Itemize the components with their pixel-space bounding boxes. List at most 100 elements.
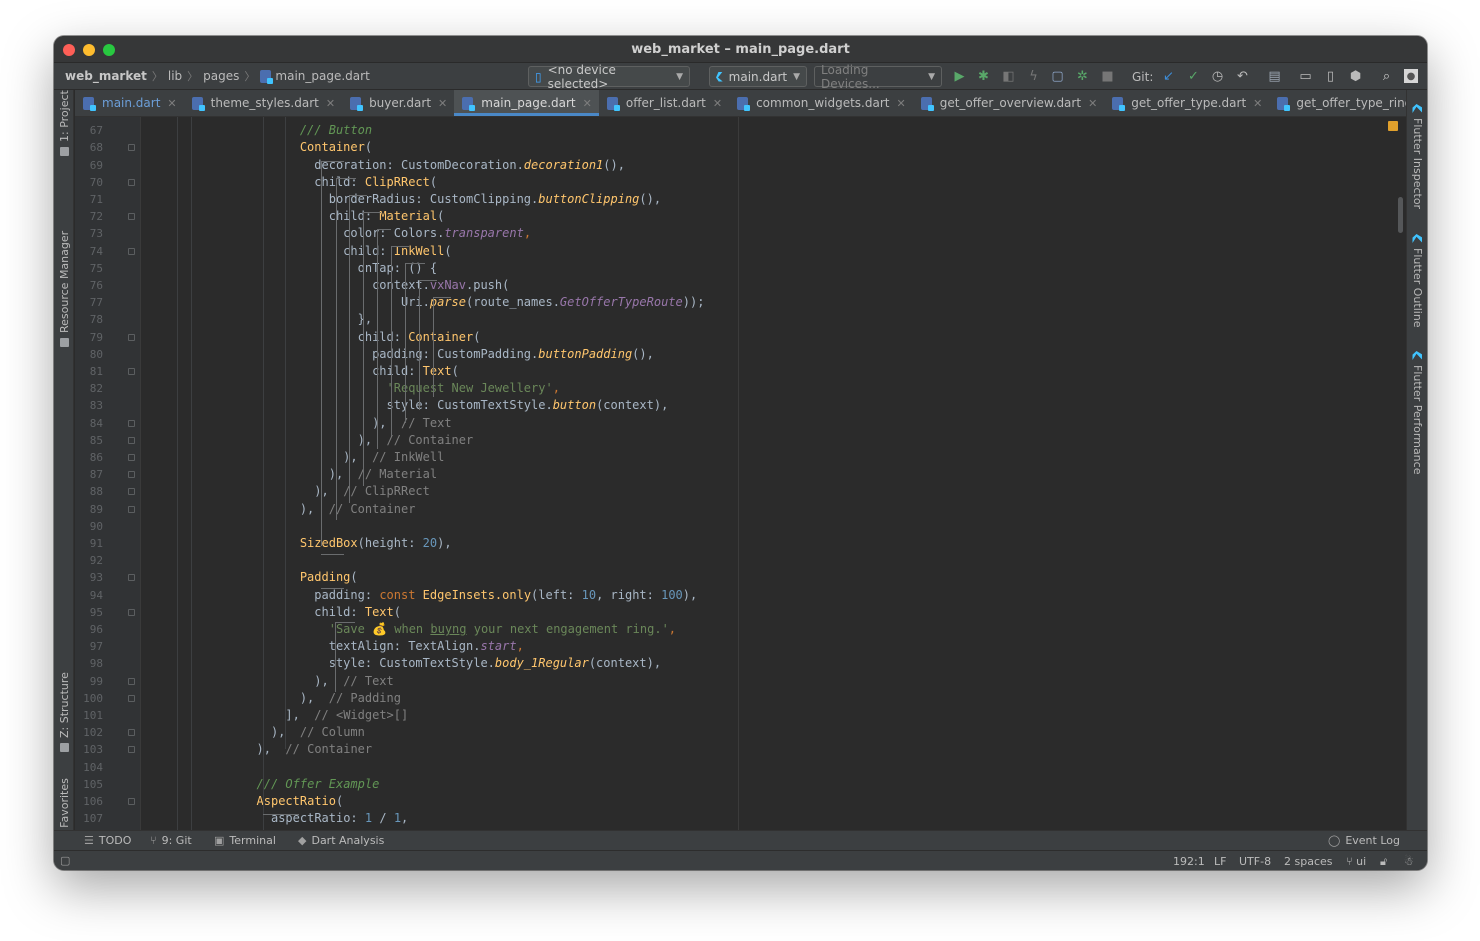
toggle-tool-windows-icon[interactable]: ▢ bbox=[60, 854, 70, 867]
code-line[interactable]: aspectRatio: 1 / 1, bbox=[141, 810, 1376, 827]
code-line[interactable]: ), // Container bbox=[141, 741, 1376, 758]
code-line[interactable]: AspectRatio( bbox=[141, 793, 1376, 810]
code-editor[interactable]: 6667686970717273747576777879808182838485… bbox=[75, 117, 1406, 830]
fold-marker-icon[interactable] bbox=[128, 505, 135, 513]
close-tab-icon[interactable]: ✕ bbox=[583, 97, 592, 110]
close-tab-icon[interactable]: ✕ bbox=[1253, 97, 1262, 110]
code-line[interactable]: /// Offer Example bbox=[141, 776, 1376, 793]
warning-marker-icon[interactable] bbox=[1388, 121, 1398, 131]
breadcrumb-pages[interactable]: pages bbox=[203, 69, 239, 83]
fold-marker-icon[interactable] bbox=[128, 574, 135, 582]
fold-marker-icon[interactable] bbox=[128, 368, 135, 375]
close-tab-icon[interactable]: ✕ bbox=[438, 97, 447, 110]
close-tab-icon[interactable]: ✕ bbox=[1088, 97, 1097, 110]
devices-combo[interactable]: Loading Devices... ▼ bbox=[814, 63, 942, 91]
git-branch-widget[interactable]: ⑂ ui bbox=[1346, 855, 1366, 868]
code-line[interactable]: color: Colors.transparent, bbox=[141, 225, 1376, 242]
code-line[interactable] bbox=[141, 759, 1376, 776]
code-line[interactable]: ), // Padding bbox=[141, 690, 1376, 707]
fold-marker-icon[interactable] bbox=[128, 178, 135, 186]
breadcrumb-project[interactable]: web_market bbox=[65, 69, 147, 83]
editor-scrollbar[interactable] bbox=[1398, 197, 1403, 233]
inspector-icon[interactable]: ☃︎ bbox=[1404, 855, 1414, 868]
code-line[interactable]: child: Container( bbox=[141, 329, 1376, 346]
flutter-attach-icon[interactable]: ✲ bbox=[1074, 68, 1091, 85]
editor-tab[interactable]: get_offer_type.dart ✕ bbox=[1104, 90, 1269, 116]
fold-marker-icon[interactable] bbox=[128, 454, 135, 461]
breadcrumb-lib[interactable]: lib bbox=[168, 69, 182, 83]
flutter-performance-tool-tab[interactable]: Flutter Performance bbox=[1411, 351, 1424, 474]
search-icon[interactable]: ⌕ bbox=[1378, 68, 1395, 85]
hot-reload-icon[interactable]: ϟ bbox=[1025, 68, 1042, 85]
code-line[interactable]: style: CustomTextStyle.body_1Regular(con… bbox=[141, 655, 1376, 672]
code-line[interactable]: textAlign: TextAlign.start, bbox=[141, 638, 1376, 655]
terminal-tool-button[interactable]: ▣ Terminal bbox=[214, 834, 276, 847]
fold-marker-icon[interactable] bbox=[128, 419, 135, 427]
code-line[interactable]: context.vxNav.push( bbox=[141, 277, 1376, 294]
stop-icon[interactable]: ■ bbox=[1099, 68, 1116, 85]
editor-tab[interactable]: get_offer_overview.dart ✕ bbox=[913, 90, 1105, 116]
fold-marker-icon[interactable] bbox=[128, 729, 135, 737]
code-line[interactable]: ), // Container bbox=[141, 432, 1376, 449]
lock-icon[interactable]: 🔓︎ bbox=[1380, 855, 1387, 869]
editor-tab[interactable]: offer_list.dart ✕ bbox=[599, 90, 729, 116]
fold-marker-icon[interactable] bbox=[128, 436, 135, 444]
git-rollback-icon[interactable]: ↶ bbox=[1234, 68, 1251, 85]
run-config-selector[interactable]: main.dart ▼ bbox=[709, 66, 807, 87]
fold-marker-icon[interactable] bbox=[128, 471, 135, 479]
minimize-window-button[interactable] bbox=[83, 44, 95, 56]
avd-manager-icon[interactable]: ▯ bbox=[1322, 68, 1339, 85]
attach-debugger-icon[interactable]: ▢ bbox=[1049, 68, 1066, 85]
code-line[interactable]: style: CustomTextStyle.button(context), bbox=[141, 397, 1376, 414]
code-line[interactable]: child: ClipRRect( bbox=[141, 174, 1376, 191]
code-line[interactable]: }, bbox=[141, 311, 1376, 328]
device-selector[interactable]: ▯ <no device selected> ▼ bbox=[528, 63, 690, 91]
code-line[interactable]: child: Text( bbox=[141, 604, 1376, 621]
code-line[interactable]: child: Text( bbox=[141, 363, 1376, 380]
todo-tool-button[interactable]: ☰ TODO bbox=[84, 834, 131, 847]
code-line[interactable]: 'Save 💰 when buyng your next engagement … bbox=[141, 621, 1376, 638]
run-with-coverage-icon[interactable]: ◧ bbox=[1000, 68, 1017, 85]
dart-analysis-tool-button[interactable]: ◆ Dart Analysis bbox=[298, 834, 384, 847]
event-log-button[interactable]: ◯ Event Log bbox=[1328, 834, 1400, 847]
sdk-manager-icon[interactable]: ⬢ bbox=[1347, 68, 1364, 85]
indent-setting[interactable]: 2 spaces bbox=[1284, 855, 1333, 868]
code-line[interactable]: decoration: CustomDecoration.decoration1… bbox=[141, 157, 1376, 174]
fold-marker-icon[interactable] bbox=[128, 213, 135, 221]
code-line[interactable]: ), // Material bbox=[141, 466, 1376, 483]
code-line[interactable]: 'Request New Jewellery', bbox=[141, 380, 1376, 397]
project-tool-tab[interactable]: 1: Project bbox=[58, 90, 71, 156]
run-icon[interactable]: ▶ bbox=[951, 68, 968, 85]
git-update-icon[interactable]: ↙ bbox=[1160, 68, 1177, 85]
fold-marker-icon[interactable] bbox=[128, 608, 135, 616]
code-line[interactable]: ], // <Widget>[] bbox=[141, 707, 1376, 724]
code-line[interactable]: ), // Text bbox=[141, 415, 1376, 432]
editor-tab[interactable]: main_page.dart ✕ bbox=[454, 90, 599, 116]
device-mirror-icon[interactable]: ▭ bbox=[1297, 68, 1314, 85]
fold-marker-icon[interactable] bbox=[128, 746, 135, 754]
code-line[interactable]: Container( bbox=[141, 139, 1376, 156]
structure-tool-tab[interactable]: Z: Structure bbox=[58, 672, 71, 752]
resource-manager-tool-tab[interactable]: Resource Manager bbox=[58, 231, 71, 347]
fold-marker-icon[interactable] bbox=[128, 333, 135, 341]
caret-position[interactable]: 192:1 bbox=[1173, 855, 1205, 868]
fold-marker-icon[interactable] bbox=[128, 677, 135, 685]
flutter-outline-tool-tab[interactable]: Flutter Outline bbox=[1411, 234, 1424, 328]
code-line[interactable]: onTap: () { bbox=[141, 260, 1376, 277]
close-tab-icon[interactable]: ✕ bbox=[713, 97, 722, 110]
close-tab-icon[interactable]: ✕ bbox=[167, 97, 176, 110]
code-line[interactable]: ), // InkWell bbox=[141, 449, 1376, 466]
code-line[interactable]: SizedBox(height: 20), bbox=[141, 535, 1376, 552]
code-line[interactable]: padding: CustomPadding.buttonPadding(), bbox=[141, 346, 1376, 363]
fold-marker-icon[interactable] bbox=[128, 144, 135, 152]
code-line[interactable]: ), // Text bbox=[141, 673, 1376, 690]
project-structure-icon[interactable]: ▤ bbox=[1266, 68, 1283, 85]
editor-tab[interactable]: main.dart ✕ bbox=[75, 90, 184, 116]
code-line[interactable]: Padding( bbox=[141, 569, 1376, 586]
fold-marker-icon[interactable] bbox=[128, 798, 135, 805]
code-line[interactable]: padding: const EdgeInsets.only(left: 10,… bbox=[141, 587, 1376, 604]
close-tab-icon[interactable]: ✕ bbox=[896, 97, 905, 110]
editor-tab[interactable]: get_offer_type_ring.dart✕ bbox=[1269, 90, 1406, 116]
fold-marker-icon[interactable] bbox=[128, 247, 135, 255]
debug-icon[interactable]: ✱ bbox=[975, 68, 992, 85]
